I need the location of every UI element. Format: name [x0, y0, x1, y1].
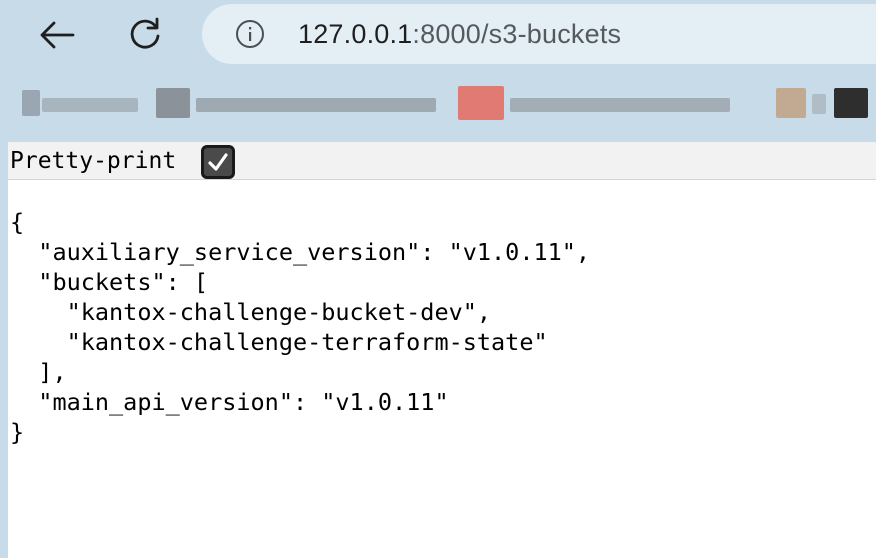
pretty-print-label: Pretty-print: [10, 148, 177, 174]
arrow-left-icon: [40, 21, 75, 49]
bookmark-item-blurred[interactable]: [22, 90, 40, 116]
json-line: {: [10, 208, 25, 236]
url-host: 127.0.0.1: [298, 19, 413, 49]
url-path: :8000/s3-buckets: [412, 19, 622, 49]
json-line: "auxiliary_service_version": "v1.0.11",: [10, 238, 591, 266]
bookmarks-bar: [0, 70, 876, 142]
back-button[interactable]: [32, 10, 82, 60]
json-line: "kantox-challenge-terraform-state": [10, 328, 548, 356]
pretty-print-checkbox[interactable]: [201, 145, 235, 179]
reload-icon: [130, 17, 160, 49]
reload-button[interactable]: [120, 10, 170, 60]
browser-toolbar: 127.0.0.1:8000/s3-buckets: [0, 0, 876, 70]
bookmark-item-blurred[interactable]: [834, 88, 868, 118]
bookmark-item-blurred[interactable]: [42, 98, 138, 112]
json-line: ],: [10, 358, 67, 386]
bookmark-item-blurred[interactable]: [812, 94, 826, 114]
pretty-print-bar: Pretty-print: [8, 142, 876, 180]
bookmark-item-blurred[interactable]: [510, 98, 730, 112]
json-line: "main_api_version": "v1.0.11": [10, 388, 449, 416]
url-text[interactable]: 127.0.0.1:8000/s3-buckets: [298, 17, 621, 51]
bookmark-item-blurred[interactable]: [458, 86, 504, 120]
window-edge: [0, 142, 8, 558]
json-line: "buckets": [: [10, 268, 209, 296]
bookmark-item-blurred[interactable]: [776, 88, 806, 118]
info-icon[interactable]: [235, 19, 265, 49]
address-bar[interactable]: 127.0.0.1:8000/s3-buckets: [202, 4, 876, 64]
bookmark-item-blurred[interactable]: [196, 98, 436, 112]
bookmark-item-blurred[interactable]: [156, 88, 190, 118]
json-line: "kantox-challenge-bucket-dev",: [10, 298, 492, 326]
page-content: Pretty-print { "auxiliary_service_versio…: [0, 142, 876, 558]
json-line: }: [10, 418, 25, 446]
checkmark-icon: [208, 153, 228, 171]
json-body: { "auxiliary_service_version": "v1.0.11"…: [10, 207, 590, 447]
